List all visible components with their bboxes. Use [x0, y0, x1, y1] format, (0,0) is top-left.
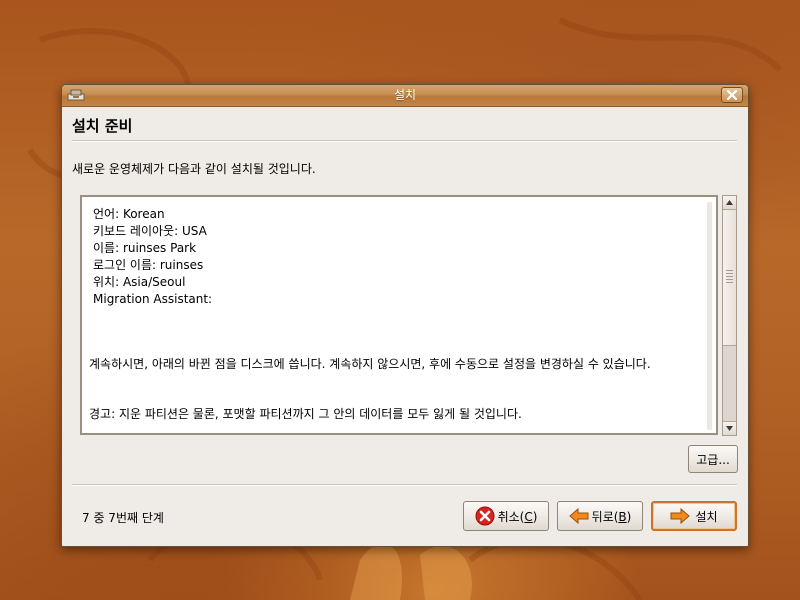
cancel-button[interactable]: 취소(C): [463, 501, 549, 531]
title-bar[interactable]: 설치: [62, 85, 748, 107]
install-button-content: 설치: [670, 508, 718, 525]
thumb-grip: [726, 270, 733, 284]
scroll-thumb[interactable]: [723, 210, 736, 346]
data-loss-warning: 경고: 지운 파티션은 물론, 포맷할 파티션까지 그 안의 데이터를 모두 잃…: [89, 407, 522, 421]
window-title: 설치: [393, 88, 417, 102]
summary-frame: 언어: Korean 키보드 레이아웃: USA 이름: ruinses Par…: [80, 195, 718, 435]
back-label: 뒤로(B): [591, 509, 632, 524]
summary-item-login: 로그인 이름: ruinses: [93, 258, 204, 272]
write-notice: 계속하시면, 아래의 바뀐 점을 디스크에 씁니다. 계속하지 않으시면, 후에…: [89, 357, 651, 371]
vertical-scrollbar[interactable]: [722, 195, 737, 436]
arrow-left-icon: [568, 508, 589, 524]
back-button[interactable]: 뒤로(B): [557, 501, 643, 531]
summary-item-name: 이름: ruinses Park: [93, 241, 197, 255]
summary-list: 언어: Korean 키보드 레이아웃: USA 이름: ruinses Par…: [93, 206, 212, 308]
scroll-up-button[interactable]: [723, 196, 736, 210]
summary-item-location: 위치: Asia/Seoul: [93, 275, 186, 289]
summary-item-language: 언어: Korean: [93, 207, 165, 221]
installer-window: 설치 설치 준비 새로운 운영체제가 다음과 같이 설치될 것입니다. 언어: …: [61, 84, 749, 547]
arrow-right-icon: [670, 508, 691, 524]
summary-item-migration: Migration Assistant:: [93, 292, 213, 306]
arrow-down-icon: [726, 426, 733, 431]
install-button[interactable]: 설치: [651, 501, 737, 531]
arrow-up-icon: [726, 200, 733, 205]
step-indicator: 7 중 7번째 단계: [82, 511, 164, 525]
summary-text-area[interactable]: 언어: Korean 키보드 레이아웃: USA 이름: ruinses Par…: [87, 202, 712, 430]
close-icon: [727, 90, 737, 100]
page-description: 새로운 운영체제가 다음과 같이 설치될 것입니다.: [72, 162, 316, 176]
close-button[interactable]: [721, 87, 743, 103]
page-title: 설치 준비: [72, 117, 133, 135]
divider: [72, 140, 737, 142]
advanced-button[interactable]: 고급...: [688, 445, 738, 473]
divider: [72, 484, 737, 486]
summary-item-keyboard: 키보드 레이아웃: USA: [93, 224, 207, 238]
install-label: 설치: [695, 509, 718, 524]
text-area-edge: [707, 202, 712, 430]
cancel-icon: [475, 506, 495, 526]
scroll-down-button[interactable]: [723, 421, 736, 435]
cancel-label: 취소(C): [497, 509, 538, 524]
